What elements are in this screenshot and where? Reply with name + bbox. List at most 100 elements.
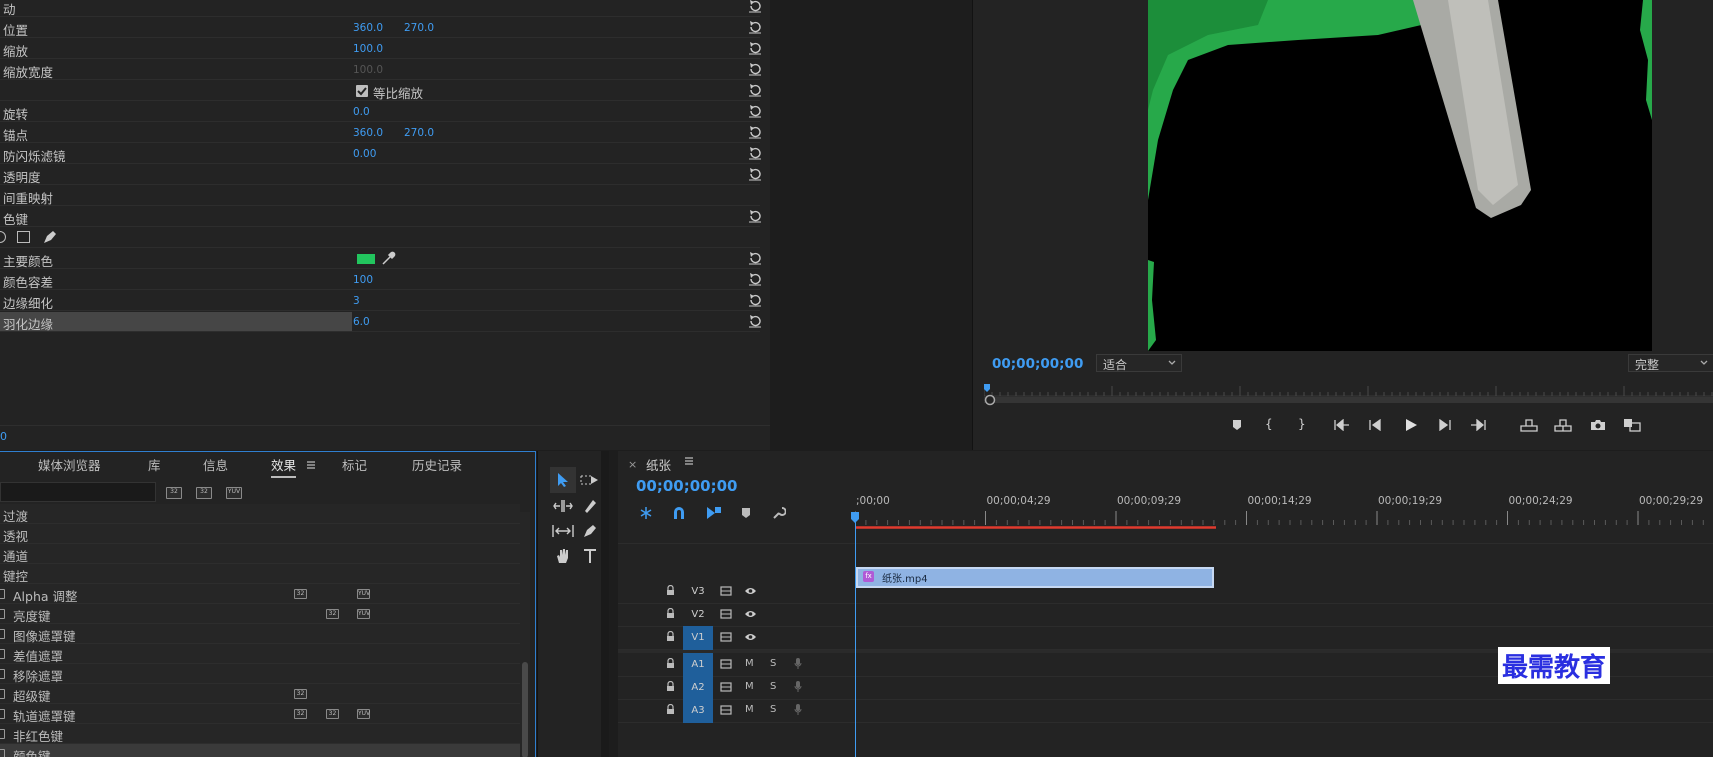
effect-item[interactable]: 差值遮罩 xyxy=(0,644,520,664)
lock-icon[interactable] xyxy=(666,631,675,642)
reset-icon[interactable] xyxy=(748,146,762,160)
filter-badge-32[interactable]: 32 xyxy=(166,487,182,499)
menu-icon[interactable] xyxy=(684,455,694,467)
property-value[interactable]: 100 xyxy=(353,274,373,286)
program-timecode[interactable]: 00;00;00;00 xyxy=(992,356,1083,372)
camera-icon[interactable] xyxy=(1590,418,1606,432)
reset-icon[interactable] xyxy=(748,167,762,181)
eye-icon[interactable] xyxy=(744,609,757,619)
tab-1[interactable]: 媒体浏览器 xyxy=(38,455,101,474)
pen-mask-icon[interactable] xyxy=(42,229,58,245)
track-target[interactable]: A1 xyxy=(683,653,713,677)
track-target[interactable]: V2 xyxy=(683,603,713,627)
wrench-icon[interactable] xyxy=(772,506,786,520)
effects-folder[interactable]: 透视 xyxy=(0,524,520,544)
reset-icon[interactable] xyxy=(748,104,762,118)
track-target[interactable]: V1 xyxy=(683,626,713,650)
ellipse-mask-icon[interactable] xyxy=(0,231,6,243)
checkbox-checked-icon[interactable] xyxy=(356,85,368,97)
effect-item[interactable]: 亮度键 32 YUV xyxy=(0,604,520,624)
solo-button[interactable]: S xyxy=(770,681,776,692)
solo-button[interactable]: S xyxy=(770,658,776,669)
rectangle-mask-icon[interactable] xyxy=(17,231,30,243)
effects-scrollbar[interactable] xyxy=(520,512,530,757)
type-tool-icon[interactable] xyxy=(577,543,603,569)
program-video-frame[interactable] xyxy=(1148,0,1652,351)
lock-icon[interactable] xyxy=(666,585,675,596)
eyedropper-icon[interactable] xyxy=(381,250,397,266)
mute-button[interactable]: M xyxy=(745,681,754,692)
property-value[interactable]: 360.0 xyxy=(353,127,383,139)
property-value[interactable]: 100.0 xyxy=(353,64,383,76)
sync-lock-icon[interactable] xyxy=(720,632,732,642)
property-value[interactable]: 3 xyxy=(353,295,360,307)
reset-icon[interactable] xyxy=(748,20,762,34)
effect-property-row[interactable] xyxy=(0,227,760,248)
sync-lock-icon[interactable] xyxy=(720,705,732,715)
solo-button[interactable]: S xyxy=(770,704,776,715)
effect-property-row[interactable]: 旋转 0.0 xyxy=(0,101,762,122)
play-icon[interactable] xyxy=(1404,418,1418,432)
timeline-playhead[interactable] xyxy=(850,511,862,525)
effects-folder[interactable]: 过渡 xyxy=(0,504,520,524)
sync-lock-icon[interactable] xyxy=(720,659,732,669)
track-a3[interactable]: A3 M S xyxy=(618,699,1713,723)
lock-icon[interactable] xyxy=(666,658,675,669)
ripple-edit-tool-icon[interactable] xyxy=(550,493,576,519)
effects-folder[interactable]: 通道 xyxy=(0,544,520,564)
tab-4[interactable]: 效果 xyxy=(271,455,297,478)
eye-icon[interactable] xyxy=(744,586,757,596)
sync-lock-icon[interactable] xyxy=(720,609,732,619)
compare-view-icon[interactable] xyxy=(1623,418,1641,432)
mark-out-icon[interactable]: } xyxy=(1298,417,1306,431)
effect-item[interactable]: 颜色键 xyxy=(0,744,520,757)
effect-property-row[interactable]: 透明度 xyxy=(0,164,762,185)
reset-icon[interactable] xyxy=(748,209,762,223)
mark-in-icon[interactable]: { xyxy=(1265,417,1273,431)
effect-property-row[interactable]: 颜色容差 100 xyxy=(0,269,762,290)
sync-lock-icon[interactable] xyxy=(720,682,732,692)
lock-icon[interactable] xyxy=(666,681,675,692)
eye-icon[interactable] xyxy=(744,632,757,642)
effect-property-row[interactable]: 主要颜色 xyxy=(0,248,761,269)
effect-property-row[interactable]: 动 xyxy=(0,0,762,17)
microphone-icon[interactable] xyxy=(794,680,802,693)
property-value[interactable]: 360.0 xyxy=(353,22,383,34)
property-value[interactable]: 100.0 xyxy=(353,43,383,55)
tab-6[interactable]: 历史记录 xyxy=(412,455,462,474)
reset-icon[interactable] xyxy=(748,293,762,307)
nest-icon[interactable] xyxy=(638,506,654,520)
snap-icon[interactable] xyxy=(672,506,686,520)
microphone-icon[interactable] xyxy=(794,657,802,670)
effect-item[interactable]: 非红色键 xyxy=(0,724,520,744)
effects-scrollbar-thumb[interactable] xyxy=(522,662,528,757)
lock-icon[interactable] xyxy=(666,704,675,715)
step-back-icon[interactable] xyxy=(1368,419,1382,431)
mute-button[interactable]: M xyxy=(745,704,754,715)
reset-icon[interactable] xyxy=(748,272,762,286)
filter-badge-32[interactable]: 32 xyxy=(196,487,212,499)
property-value[interactable]: 0.00 xyxy=(353,148,376,160)
effect-property-row[interactable]: 防闪烁滤镜 0.00 xyxy=(0,143,762,164)
effect-item[interactable]: 轨道遮罩键 32 32 YUV xyxy=(0,704,520,724)
lift-icon[interactable] xyxy=(1520,418,1538,432)
effect-property-row[interactable]: 边缘细化 3 xyxy=(0,290,762,311)
linked-selection-icon[interactable] xyxy=(706,506,722,520)
track-target[interactable]: A3 xyxy=(683,699,713,723)
track-target[interactable]: V3 xyxy=(683,580,713,604)
tab-3[interactable]: 信息 xyxy=(203,455,228,474)
property-value[interactable]: 6.0 xyxy=(353,316,370,328)
track-target[interactable]: A2 xyxy=(683,676,713,700)
razor-tool-icon[interactable] xyxy=(577,493,603,519)
quality-dropdown[interactable]: 完整 xyxy=(1628,354,1713,372)
fit-dropdown[interactable]: 适合 xyxy=(1096,354,1182,372)
pen-tool-icon[interactable] xyxy=(577,518,603,544)
reset-icon[interactable] xyxy=(748,0,762,13)
reset-icon[interactable] xyxy=(748,62,762,76)
effect-property-row[interactable]: 等比缩放 xyxy=(0,80,761,101)
reset-icon[interactable] xyxy=(748,41,762,55)
add-marker-icon[interactable] xyxy=(1230,418,1244,432)
property-value-secondary[interactable]: 270.0 xyxy=(404,22,434,34)
effect-item[interactable]: 图像遮罩键 xyxy=(0,624,520,644)
program-time-ruler[interactable] xyxy=(984,382,1713,410)
